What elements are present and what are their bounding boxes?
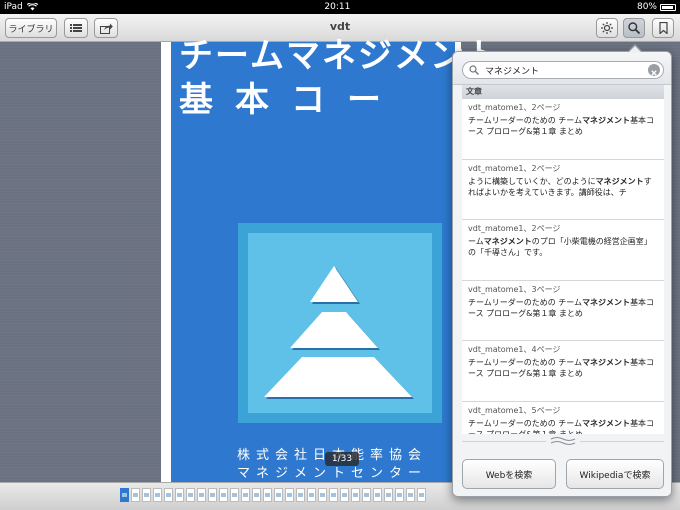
pyramid-panel xyxy=(248,233,432,413)
page-indicator: 1/33 xyxy=(325,452,359,466)
page-thumbnail[interactable] xyxy=(186,488,195,502)
page-thumbnail[interactable] xyxy=(142,488,151,502)
wikipedia-search-button[interactable]: Wikipediaで検索 xyxy=(566,459,664,489)
search-input[interactable] xyxy=(485,63,635,77)
search-field[interactable] xyxy=(462,61,664,79)
popover-arrow-fill xyxy=(628,46,642,53)
result-snippet: ように構築していくか、どのようにマネジメントすればよいかを考えていきます。講師役… xyxy=(468,176,652,197)
page-thumbnail[interactable] xyxy=(263,488,272,502)
search-header xyxy=(453,52,671,85)
wifi-icon xyxy=(26,3,38,11)
book-cover: チームマネジメント 基本コー 株式会社日本能率協会 マネジメントセンター xyxy=(171,36,500,482)
bookmark-icon xyxy=(658,22,668,34)
page-thumbnail[interactable] xyxy=(208,488,217,502)
pyramid-graphic xyxy=(264,266,414,399)
clear-icon xyxy=(651,70,657,76)
result-snippet: チームリーダーのための チームマネジメント基本コース プロローグ&第１章 まとめ xyxy=(468,297,655,318)
search-result[interactable]: vdt_matome1、3ページ チームリーダーのための チームマネジメント基本… xyxy=(462,281,664,341)
page-thumbnail[interactable] xyxy=(153,488,162,502)
page-thumbnail[interactable] xyxy=(395,488,404,502)
wikipedia-search-label: Wikipediaで検索 xyxy=(579,470,651,481)
wave-divider-icon xyxy=(550,437,576,445)
cover-title: チームマネジメント 基本コー xyxy=(179,34,502,122)
result-location: vdt_matome1、3ページ xyxy=(468,284,561,294)
result-snippet: ームマネジメントのプロ「小柴電機の経営企画室」の「千導さん」です。 xyxy=(468,237,652,257)
result-location: vdt_matome1、4ページ xyxy=(468,345,561,354)
page-thumbnail[interactable] xyxy=(164,488,173,502)
device-label: iPad xyxy=(4,2,23,12)
search-result[interactable]: vdt_matome1、2ページ ように構築していくか、どのようにマネジメントす… xyxy=(462,160,664,220)
page-thumbnail[interactable] xyxy=(384,488,393,502)
page-thumbnail[interactable] xyxy=(340,488,349,502)
clock: 20:11 xyxy=(324,2,351,12)
page-thumbnail[interactable] xyxy=(329,488,338,502)
section-header: 文章 xyxy=(462,85,664,99)
page-thumbnail[interactable] xyxy=(230,488,239,502)
page-thumbnail[interactable] xyxy=(241,488,250,502)
pyramid-frame xyxy=(238,223,442,423)
search-result[interactable]: vdt_matome1、2ページ チームリーダーのための チームマネジメント基本… xyxy=(462,99,664,160)
page-thumbnail[interactable] xyxy=(406,488,415,502)
battery-percent: 80% xyxy=(636,2,657,12)
result-snippet: チームリーダーのための チームマネジメント基本コース プロローグ&第１章 まとめ xyxy=(468,418,655,435)
page-thumbnail[interactable] xyxy=(274,488,283,502)
web-search-label: Webを検索 xyxy=(485,470,533,481)
page-thumbnail[interactable] xyxy=(120,488,129,502)
battery-icon xyxy=(660,3,676,11)
search-result[interactable]: vdt_matome1、5ページ チームリーダーのための チームマネジメント基本… xyxy=(462,402,664,435)
search-result[interactable]: vdt_matome1、2ページ ームマネジメントのプロ「小柴電機の経営企画室」… xyxy=(462,220,664,281)
page-thumbnail[interactable] xyxy=(417,488,426,502)
popover-footer: Webを検索 Wikipediaで検索 xyxy=(453,434,671,496)
brightness-button[interactable] xyxy=(596,18,618,38)
page-thumbnail[interactable] xyxy=(351,488,360,502)
page-thumbnail[interactable] xyxy=(219,488,228,502)
page-thumbnail[interactable] xyxy=(252,488,261,502)
page-thumbnail[interactable] xyxy=(197,488,206,502)
page-thumbnail[interactable] xyxy=(318,488,327,502)
result-location: vdt_matome1、2ページ xyxy=(468,103,561,112)
result-snippet: チームリーダーのための チームマネジメント基本コース プロローグ&第１章 まとめ xyxy=(468,358,655,378)
result-location: vdt_matome1、2ページ xyxy=(468,163,561,173)
page-thumbnail[interactable] xyxy=(373,488,382,502)
result-location: vdt_matome1、2ページ xyxy=(468,224,561,233)
page-thumbnail[interactable] xyxy=(285,488,294,502)
cover-title-line1: チームマネジメント xyxy=(179,36,502,76)
footer-divider-left xyxy=(462,441,546,442)
web-search-button[interactable]: Webを検索 xyxy=(462,459,556,489)
status-bar: iPad 20:11 80% xyxy=(0,0,680,14)
page-thumbnail[interactable] xyxy=(131,488,140,502)
bookmark-button[interactable] xyxy=(652,18,674,38)
brightness-icon xyxy=(601,22,613,34)
footer-divider-right xyxy=(580,441,664,442)
result-location: vdt_matome1、5ページ xyxy=(468,405,561,415)
search-button[interactable] xyxy=(623,18,645,38)
clear-search-button[interactable] xyxy=(648,64,660,76)
thumbnail-strip[interactable] xyxy=(120,488,426,502)
cover-title-line2: 基本コー xyxy=(179,80,403,120)
search-icon xyxy=(628,22,640,34)
document-title: vdt xyxy=(329,20,351,33)
page-thumbnail[interactable] xyxy=(307,488,316,502)
page-thumbnail[interactable] xyxy=(362,488,371,502)
page-thumbnail[interactable] xyxy=(296,488,305,502)
search-field-icon xyxy=(469,65,479,75)
search-popover: 文章 vdt_matome1、2ページ チームリーダーのための チームマネジメン… xyxy=(452,51,672,497)
result-snippet: チームリーダーのための チームマネジメント基本コース プロローグ&第１章 まとめ xyxy=(468,116,655,136)
page-thumbnail[interactable] xyxy=(175,488,184,502)
search-result[interactable]: vdt_matome1、4ページ チームリーダーのための チームマネジメント基本… xyxy=(462,341,664,402)
search-results-list[interactable]: vdt_matome1、2ページ チームリーダーのための チームマネジメント基本… xyxy=(462,99,664,434)
